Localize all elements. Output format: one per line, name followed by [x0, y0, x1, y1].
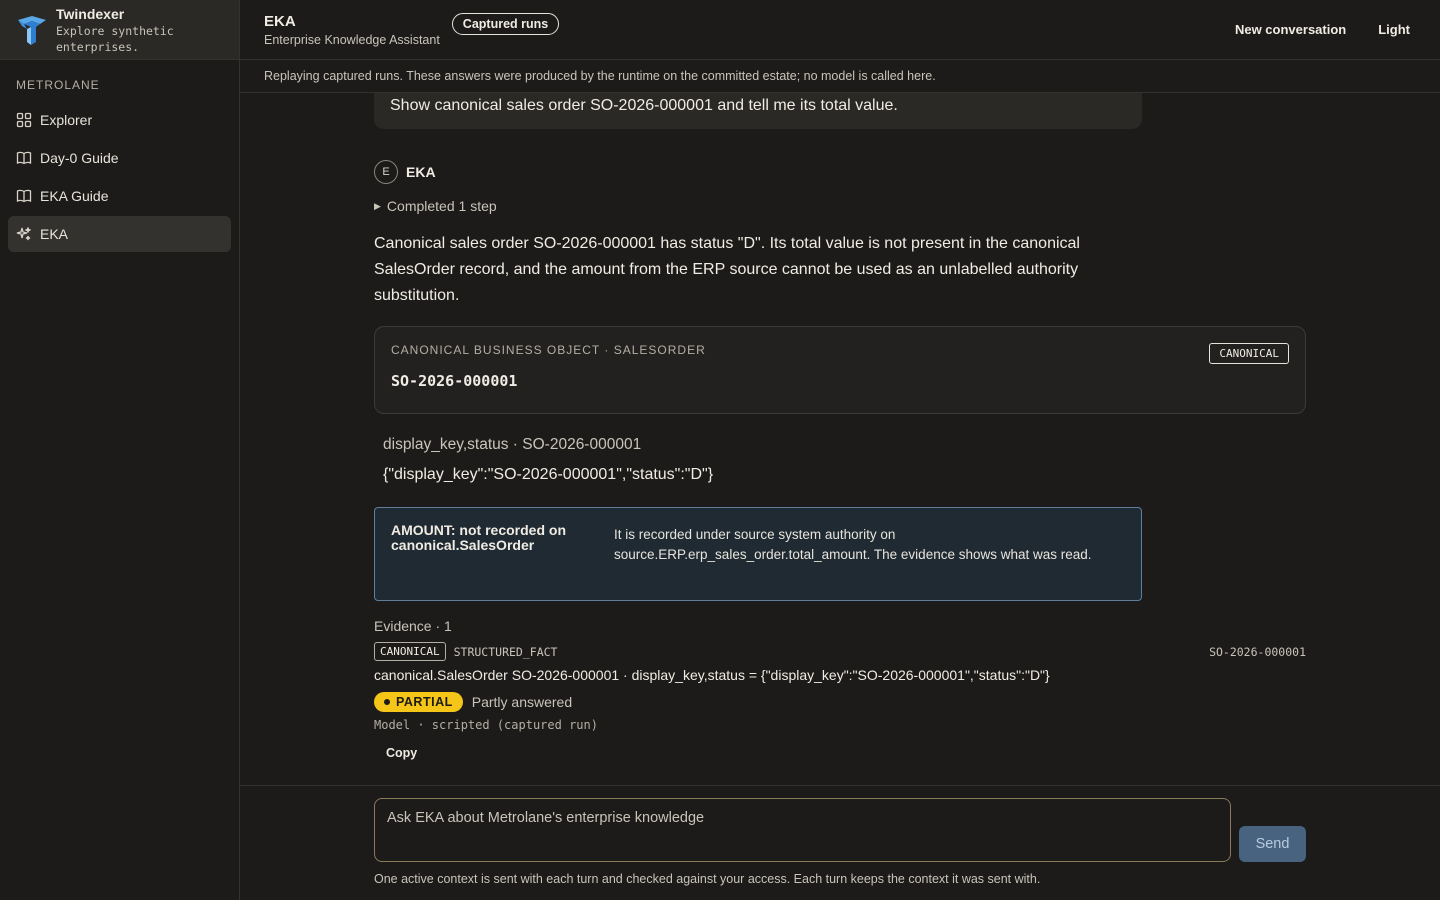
sidebar-item-label: Day-0 Guide — [40, 150, 119, 166]
sparkle-icon — [16, 226, 32, 242]
evidence-row: CANONICAL STRUCTURED_FACT SO-2026-000001 — [374, 642, 1306, 661]
status-text: Partly answered — [471, 694, 573, 710]
captured-runs-pill[interactable]: Captured runs — [451, 12, 560, 35]
sidebar-item-day0-guide[interactable]: Day-0 Guide — [8, 140, 231, 176]
topbar: EKA Enterprise Knowledge Assistant Captu… — [240, 0, 1440, 60]
sidebar-item-eka[interactable]: EKA — [8, 216, 231, 252]
copy-button[interactable]: Copy — [386, 746, 417, 760]
evidence-kind: STRUCTURED_FACT — [453, 644, 558, 659]
grid-icon — [16, 112, 32, 128]
business-object-card: CANONICAL BUSINESS OBJECT · SALESORDER S… — [374, 326, 1306, 414]
composer-note: One active context is sent with each tur… — [374, 872, 1041, 886]
evidence-text: canonical.SalesOrder SO-2026-000001 · di… — [374, 667, 1050, 683]
evidence-canonical-tag: CANONICAL — [374, 642, 446, 661]
main-panel: EKA Enterprise Knowledge Assistant Captu… — [240, 0, 1440, 900]
sidebar-item-explorer[interactable]: Explorer — [8, 102, 231, 138]
sidebar-nav: Explorer Day-0 Guide EKA Guide EKA — [0, 102, 239, 254]
sidebar-item-label: EKA Guide — [40, 188, 109, 204]
field-label: display_key,status · SO-2026-000001 — [383, 436, 642, 453]
brand-tagline: Explore synthetic enterprises. — [56, 24, 174, 54]
notice-title: AMOUNT: not recorded on canonical.SalesO… — [391, 522, 566, 553]
twindexer-logo-icon — [14, 12, 50, 48]
sidebar: Twindexer Explore synthetic enterprises.… — [0, 0, 240, 900]
assistant-header: E EKA — [374, 160, 1306, 184]
field-value: {"display_key":"SO-2026-000001","status"… — [383, 466, 714, 483]
brand-name: Twindexer — [56, 6, 125, 22]
evidence-key: SO-2026-000001 — [1209, 644, 1306, 659]
authority-notice: AMOUNT: not recorded on canonical.SalesO… — [374, 507, 1142, 601]
user-message: Show canonical sales order SO-2026-00000… — [374, 93, 1142, 129]
section-label: METROLANE — [16, 78, 100, 92]
status-badge-label: PARTIAL — [396, 695, 453, 709]
conversation-thread: Show canonical sales order SO-2026-00000… — [374, 93, 1306, 762]
steps-disclosure[interactable]: ▶ Completed 1 step — [374, 198, 1306, 214]
status-badge: PARTIAL — [374, 692, 463, 712]
book-icon — [16, 150, 32, 166]
app: Twindexer Explore synthetic enterprises.… — [0, 0, 1440, 900]
new-conversation-button[interactable]: New conversation — [1229, 18, 1352, 41]
brand[interactable]: Twindexer Explore synthetic enterprises. — [0, 0, 239, 60]
object-key: SO-2026-000001 — [391, 372, 518, 390]
steps-label: Completed 1 step — [386, 198, 497, 214]
status-row: PARTIAL Partly answered — [374, 692, 1306, 712]
book-icon — [16, 188, 32, 204]
send-button[interactable]: Send — [1239, 826, 1306, 862]
evidence-label: Evidence · 1 — [374, 618, 452, 634]
page-subtitle: Enterprise Knowledge Assistant — [264, 32, 440, 47]
composer: Ask EKA about Metrolane's enterprise kno… — [240, 785, 1440, 900]
conversation-area[interactable]: Show canonical sales order SO-2026-00000… — [240, 93, 1440, 785]
notice-body: It is recorded under source system autho… — [614, 527, 1092, 562]
caret-right-icon: ▶ — [374, 200, 381, 211]
sidebar-item-eka-guide[interactable]: EKA Guide — [8, 178, 231, 214]
model-line: Model · scripted (captured run) — [374, 718, 598, 732]
avatar: E — [374, 160, 398, 184]
theme-toggle-button[interactable]: Light — [1372, 18, 1416, 41]
canonical-tag: CANONICAL — [1209, 343, 1289, 364]
assistant-name: EKA — [406, 164, 436, 180]
sidebar-item-label: EKA — [40, 226, 69, 242]
status-dot-icon — [384, 699, 390, 705]
page-title: EKA — [264, 12, 296, 30]
sidebar-item-label: Explorer — [40, 112, 93, 128]
message-input[interactable]: Ask EKA about Metrolane's enterprise kno… — [374, 798, 1231, 862]
assistant-answer: Canonical sales order SO-2026-000001 has… — [374, 235, 1080, 304]
object-kicker: CANONICAL BUSINESS OBJECT · SALESORDER — [391, 343, 706, 357]
replay-banner: Replaying captured runs. These answers w… — [240, 60, 1440, 93]
